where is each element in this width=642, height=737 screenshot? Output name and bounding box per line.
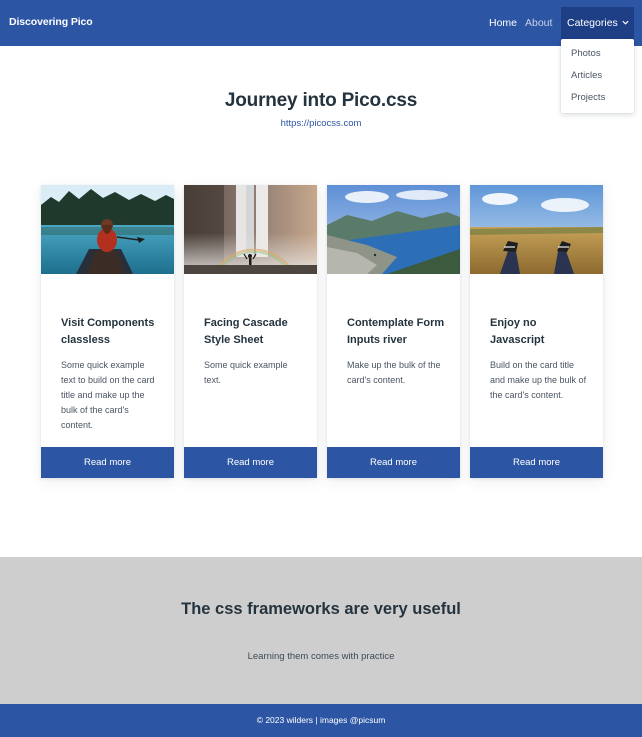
read-more-button[interactable]: Read more xyxy=(41,447,174,478)
card-contemplate-form: Contemplate Form Inputs river Make up th… xyxy=(327,185,460,478)
read-more-button[interactable]: Read more xyxy=(327,447,460,478)
nav-link-home[interactable]: Home xyxy=(489,17,517,29)
card-text: Some quick example text to build on the … xyxy=(61,360,155,430)
card-image-canoe xyxy=(41,185,174,274)
footer: © 2023 wilders | images @picsum xyxy=(0,704,642,737)
dropdown-item-articles[interactable]: Articles xyxy=(571,70,602,81)
hero-link[interactable]: https://picocss.com xyxy=(0,118,642,129)
dropdown-item-photos[interactable]: Photos xyxy=(571,48,601,59)
navbar: Discovering Pico Home About Categories xyxy=(0,0,642,46)
card-visit-components: Visit Components classless Some quick ex… xyxy=(41,185,174,478)
card-text: Make up the bulk of the card's content. xyxy=(347,360,441,385)
nav-link-about[interactable]: About xyxy=(525,17,552,29)
chevron-down-icon xyxy=(622,20,629,25)
card-text: Build on the card title and make up the … xyxy=(490,360,587,400)
card-enjoy-no-javascript: Enjoy no Javascript Build on the card ti… xyxy=(470,185,603,478)
card-image-waterfall xyxy=(184,185,317,274)
card-title: Visit Components classless xyxy=(61,317,155,346)
card-text: Some quick example text. xyxy=(204,360,288,385)
footer-copyright: © 2023 wilders | images @picsum xyxy=(256,715,386,725)
card-image-field xyxy=(470,185,603,274)
categories-dropdown-button[interactable]: Categories xyxy=(561,7,634,39)
brand-title[interactable]: Discovering Pico xyxy=(9,16,93,28)
banner-text: Learning them comes with practice xyxy=(247,651,395,662)
card-image-fjord xyxy=(327,185,460,274)
info-banner: The css frameworks are very useful Learn… xyxy=(0,557,642,704)
categories-label: Categories xyxy=(567,17,618,29)
read-more-button[interactable]: Read more xyxy=(184,447,317,478)
banner-title: The css frameworks are very useful xyxy=(181,600,461,618)
page-title: Journey into Pico.css xyxy=(224,90,418,111)
card-facing-cascade: Facing Cascade Style Sheet Some quick ex… xyxy=(184,185,317,478)
card-title: Contemplate Form Inputs river xyxy=(347,317,445,346)
card-title: Enjoy no Javascript xyxy=(490,317,545,346)
card-title: Facing Cascade Style Sheet xyxy=(204,317,288,346)
read-more-button[interactable]: Read more xyxy=(470,447,603,478)
